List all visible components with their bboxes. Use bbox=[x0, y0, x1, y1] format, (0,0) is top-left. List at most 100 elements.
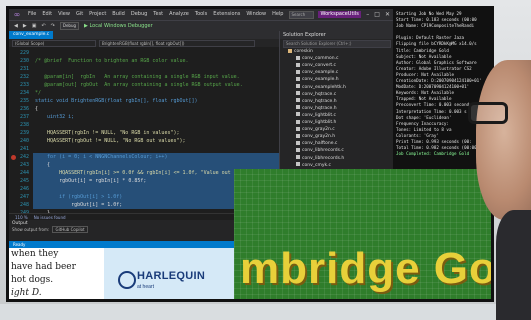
solution-item[interactable]: conv_lightblit.c bbox=[296, 112, 336, 119]
file-icon bbox=[296, 140, 300, 145]
line-number: 232 bbox=[19, 74, 29, 80]
solution-item[interactable]: conv_libhrecords.c bbox=[296, 147, 344, 154]
menu-tools[interactable]: Tools bbox=[195, 9, 207, 20]
menu-view[interactable]: View bbox=[58, 9, 70, 20]
search-input[interactable]: Search bbox=[289, 10, 315, 19]
toolbar: ◀ ▶ ▣ ↶ ↷ Debug ▶ Local Windows Debugger bbox=[9, 20, 393, 31]
file-icon bbox=[296, 155, 300, 159]
solution-item-label: conv_example.h bbox=[302, 77, 339, 83]
code-line[interactable]: static void BrightenRGB(float rgbIn[], f… bbox=[35, 97, 198, 105]
line-number: 234 bbox=[19, 90, 29, 96]
scope-dropdown[interactable]: (Global Scope) bbox=[12, 39, 96, 47]
tab-conv-example[interactable]: conv_example.c bbox=[9, 31, 54, 39]
line-number: 236 bbox=[19, 106, 29, 112]
file-icon bbox=[296, 162, 300, 167]
line-number: 231 bbox=[19, 66, 29, 72]
solution-item[interactable]: conv_libhrecords.h bbox=[296, 155, 344, 162]
start-debugging-label: Local Windows Debugger bbox=[89, 23, 153, 29]
solution-explorer-title: Solution Explorer bbox=[280, 31, 394, 39]
solution-item[interactable]: conv_gray2n.h bbox=[296, 133, 335, 140]
menu-edit[interactable]: Edit bbox=[42, 9, 52, 20]
code-line[interactable]: @param[out] rgbOut An array containing a… bbox=[35, 81, 243, 89]
solution-item[interactable]: conv_hqtrace.h bbox=[296, 98, 337, 105]
menu-project[interactable]: Project bbox=[89, 9, 106, 20]
breakpoint-icon[interactable] bbox=[11, 155, 16, 160]
code-line[interactable]: { bbox=[35, 161, 50, 169]
file-icon bbox=[296, 62, 300, 67]
solution-item-label: conv_halftone.c bbox=[302, 141, 338, 147]
solution-item-label: conv_libhrecords.h bbox=[302, 155, 345, 161]
code-line[interactable]: HQASSERT(rgbIn != NULL, "No RGB in value… bbox=[35, 129, 179, 137]
menu-help[interactable]: Help bbox=[272, 9, 283, 20]
file-icon bbox=[296, 147, 300, 152]
solution-search-input[interactable]: Search Solution Explorer (Ctrl+;) bbox=[283, 40, 391, 48]
solution-item-label: conv_example.c bbox=[302, 70, 339, 76]
code-line[interactable]: { bbox=[35, 105, 38, 113]
code-line[interactable]: for (i = 0; i < NNGNChannelsColour; i++) bbox=[35, 153, 167, 161]
visual-studio-icon: ∞ bbox=[13, 10, 21, 19]
solution-item[interactable]: conv_example.c bbox=[296, 69, 338, 76]
start-debugging-button[interactable]: ▶ Local Windows Debugger bbox=[84, 21, 153, 31]
glasses bbox=[468, 102, 508, 124]
line-number: 240 bbox=[19, 138, 29, 144]
menu-extensions[interactable]: Extensions bbox=[213, 9, 240, 20]
navigation-bar: (Global Scope) BrightenRGB(float rgbIn[]… bbox=[9, 39, 279, 47]
solution-item[interactable]: conv_example.h bbox=[296, 76, 339, 83]
solution-item[interactable]: conv_examplehtk.h bbox=[296, 84, 346, 91]
code-line[interactable]: HQASSERT(rgbIn[i] >= 0.0f && rgbIn[i] <=… bbox=[35, 169, 267, 177]
menu-build[interactable]: Build bbox=[112, 9, 125, 20]
menu-window[interactable]: Window bbox=[246, 9, 266, 20]
window-controls: – □ ✕ bbox=[366, 11, 390, 18]
menu-file[interactable]: File bbox=[28, 9, 36, 20]
code-line[interactable]: HQASSERT(rgbOut != NULL, "No RGB out val… bbox=[35, 137, 185, 145]
line-number: 248 bbox=[19, 202, 29, 208]
code-line[interactable]: /* @brief Function to brighten an RGB co… bbox=[35, 57, 189, 65]
save-icon[interactable]: ▣ bbox=[32, 21, 37, 31]
file-icon bbox=[296, 105, 300, 110]
book-line: when they bbox=[11, 249, 59, 259]
solution-item-label: conv_lightblit.c bbox=[302, 112, 336, 118]
solution-item[interactable]: coreskin bbox=[288, 48, 313, 55]
menu-debug[interactable]: Debug bbox=[131, 9, 147, 20]
code-line[interactable]: rgbOut[i] = rgbIn[i] * 0.85f; bbox=[35, 177, 146, 185]
forward-icon[interactable]: ▶ bbox=[23, 21, 27, 31]
close-icon[interactable]: ✕ bbox=[385, 11, 390, 18]
menu-test[interactable]: Test bbox=[153, 9, 163, 20]
code-line[interactable]: rgbOut[i] = 1.0f; bbox=[35, 201, 122, 209]
menu-git[interactable]: Git bbox=[76, 9, 83, 20]
cover-title: mbridge Gold bbox=[240, 244, 494, 293]
solution-item[interactable]: conv_common.c bbox=[296, 55, 339, 62]
code-line[interactable]: @param[in] rgbIn An array containing a s… bbox=[35, 73, 240, 81]
solution-item[interactable]: conv_convert.c bbox=[296, 62, 336, 69]
maximize-icon[interactable]: □ bbox=[374, 11, 380, 18]
back-icon[interactable]: ◀ bbox=[14, 21, 18, 31]
status-ready: Ready bbox=[13, 242, 26, 247]
minimize-icon[interactable]: – bbox=[366, 11, 369, 18]
code-line[interactable]: */ bbox=[35, 89, 41, 97]
harlequin-tagline: at heart bbox=[137, 284, 154, 290]
file-icon bbox=[296, 91, 300, 96]
solution-item[interactable]: conv_hqtrace.h bbox=[296, 105, 337, 112]
menu-analyze[interactable]: Analyze bbox=[169, 9, 189, 20]
undo-icon[interactable]: ↶ bbox=[41, 21, 45, 31]
show-output-label: Show output from: bbox=[12, 227, 50, 232]
solution-item[interactable]: conv_halftone.c bbox=[296, 140, 337, 147]
file-icon bbox=[296, 76, 300, 81]
line-number: 237 bbox=[19, 114, 29, 120]
solution-item-label: conv_gray2n.h bbox=[302, 134, 336, 140]
solution-item-label: conv_lightblit.h bbox=[302, 120, 337, 125]
file-icon bbox=[296, 119, 300, 124]
redo-icon[interactable]: ↷ bbox=[51, 21, 55, 31]
file-icon bbox=[296, 69, 300, 74]
config-dropdown[interactable]: Debug bbox=[59, 22, 80, 30]
code-line[interactable]: if (rgbOut[i] > 1.0f) bbox=[35, 193, 122, 201]
solution-item[interactable]: conv_lightblit.h bbox=[296, 119, 336, 126]
function-dropdown[interactable]: BrightenRGB(float rgbIn[], float rgbOut[… bbox=[99, 39, 255, 47]
code-line[interactable]: uint32 i; bbox=[35, 113, 74, 121]
harlequin-name: HARLEQUIN bbox=[137, 270, 206, 282]
solution-item[interactable]: conv_cmyk.c bbox=[296, 162, 331, 169]
solution-item[interactable]: conv_hqtrace.c bbox=[296, 91, 336, 98]
output-source-dropdown[interactable]: GitHub Copilot bbox=[52, 226, 88, 233]
solution-item[interactable]: conv_gray2n.c bbox=[296, 126, 335, 133]
solution-item-label: conv_hqtrace.c bbox=[302, 91, 337, 97]
